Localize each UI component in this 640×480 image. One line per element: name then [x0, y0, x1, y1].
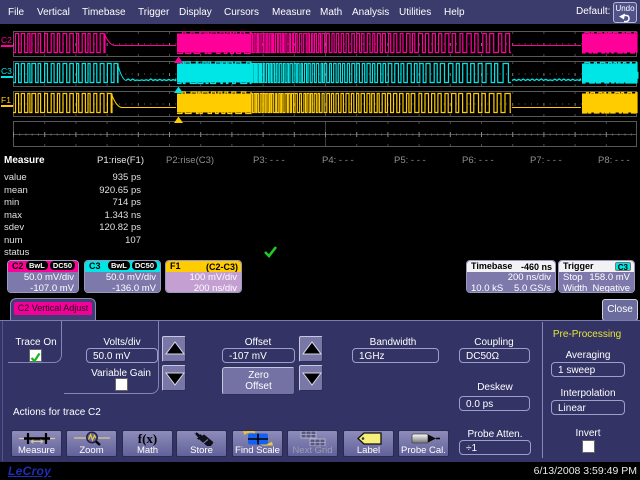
svg-text:C2: C2 [1, 35, 12, 45]
svg-text:C3: C3 [1, 66, 12, 76]
svg-text:F1: F1 [1, 95, 11, 105]
